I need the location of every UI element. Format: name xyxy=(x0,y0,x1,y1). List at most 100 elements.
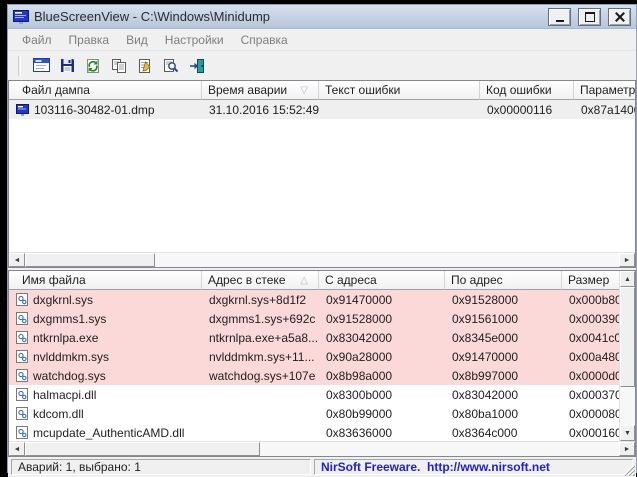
properties-icon xyxy=(137,58,153,74)
from-address-value: 0x90a28000 xyxy=(319,350,445,364)
menu-help[interactable]: Справка xyxy=(233,31,296,49)
window-title: BlueScreenView - C:\Windows\Minidump xyxy=(34,9,541,24)
dump-list-pane: Файл дампа Время аварии▽ Текст ошибки Ко… xyxy=(8,80,636,268)
column-header-stack-address[interactable]: Адрес в стеке△ xyxy=(202,271,319,290)
menu-edit[interactable]: Правка xyxy=(61,31,118,49)
bluescreenview-window: BlueScreenView - C:\Windows\Minidump Фай… xyxy=(7,4,637,473)
refresh-icon xyxy=(85,58,101,74)
driver-file-name: dxgkrnl.sys xyxy=(33,293,93,307)
desktop: { "window": { "title": "BlueScreenView -… xyxy=(0,0,637,473)
stack-address-value: ntkrnlpa.exe+a5a8... xyxy=(202,331,319,345)
size-value: 0x00037000 xyxy=(562,388,619,402)
driver-file-icon xyxy=(16,293,28,306)
driver-file-icon xyxy=(16,312,28,325)
driver-file-name: dxgmms1.sys xyxy=(33,312,106,326)
scroll-up-button[interactable]: ▲ xyxy=(620,271,635,287)
menu-view[interactable]: Вид xyxy=(118,31,156,49)
exit-icon xyxy=(189,58,205,74)
column-header-to-address[interactable]: По адрес xyxy=(445,271,562,290)
to-address-value: 0x8b997000 xyxy=(445,369,562,383)
driver-file-name: mcupdate_AuthenticAMD.dll xyxy=(33,426,184,440)
driver-row[interactable]: watchdog.syswatchdog.sys+107e0x8b98a0000… xyxy=(9,366,619,385)
from-address-value: 0x83042000 xyxy=(319,331,445,345)
title-bar[interactable]: BlueScreenView - C:\Windows\Minidump xyxy=(8,5,636,29)
column-header-crash-time[interactable]: Время аварии▽ xyxy=(202,81,319,100)
size-value: 0x000b8000 xyxy=(562,293,619,307)
column-header-dump-file[interactable]: Файл дампа xyxy=(9,81,202,100)
size-value: 0x00039000 xyxy=(562,312,619,326)
lower-vertical-scrollbar[interactable]: ▲ ▼ xyxy=(619,271,635,441)
size-value: 0x0041c000 xyxy=(562,331,619,345)
minimize-button[interactable] xyxy=(548,8,571,26)
sort-asc-icon: △ xyxy=(300,275,308,286)
lower-vscroll-thumb[interactable] xyxy=(620,287,635,387)
minimize-icon xyxy=(556,20,564,22)
driver-file-icon xyxy=(16,426,28,439)
column-header-parameter1[interactable]: Параметр xyxy=(574,81,635,100)
close-button[interactable] xyxy=(608,8,631,26)
resize-grip[interactable] xyxy=(622,463,635,476)
driver-file-icon xyxy=(16,369,28,382)
close-icon xyxy=(615,12,625,22)
upper-horizontal-scrollbar[interactable]: ◄ ► xyxy=(9,252,635,267)
menu-bar: Файл Правка Вид Настройки Справка xyxy=(8,29,636,50)
driver-list-header: Имя файла Адрес в стеке△ С адреса По адр… xyxy=(9,271,619,290)
column-header-from-address[interactable]: С адреса xyxy=(319,271,445,290)
stack-address-value: nvlddmkm.sys+11... xyxy=(202,350,319,364)
stack-address-value: watchdog.sys+107e xyxy=(202,369,319,383)
column-header-bug-check-string[interactable]: Текст ошибки xyxy=(319,81,480,100)
maximize-button[interactable] xyxy=(578,8,601,26)
to-address-value: 0x83042000 xyxy=(445,388,562,402)
scroll-right-button[interactable]: ► xyxy=(619,253,635,267)
driver-file-icon xyxy=(16,388,28,401)
driver-row[interactable]: dxgmms1.sys dxgmms1.sys+692c0x915280000x9… xyxy=(9,309,619,328)
sort-desc-icon: ▽ xyxy=(300,85,308,96)
column-header-size[interactable]: Размер xyxy=(562,271,619,290)
column-header-filename[interactable]: Имя файла xyxy=(9,271,202,290)
stack-address-value: dxgmms1.sys+692c xyxy=(202,312,319,326)
scroll-left-button[interactable]: ◄ xyxy=(9,442,25,456)
refresh-button[interactable] xyxy=(81,54,105,78)
to-address-value: 0x80ba1000 xyxy=(445,407,562,421)
status-bar: Аварий: 1, выбрано: 1 NirSoft Freeware. … xyxy=(8,457,636,477)
properties-window-button[interactable] xyxy=(29,54,53,78)
to-address-value: 0x91561000 xyxy=(445,312,562,326)
find-icon xyxy=(163,58,179,74)
properties-window-icon xyxy=(33,58,50,73)
find-button[interactable] xyxy=(159,54,183,78)
driver-row[interactable]: dxgkrnl.sysdxgkrnl.sys+8d1f20x914700000x… xyxy=(9,290,619,309)
driver-list-pane: Имя файла Адрес в стеке△ С адреса По адр… xyxy=(8,270,636,457)
exit-button[interactable] xyxy=(185,54,209,78)
dump-file-icon xyxy=(16,104,29,116)
driver-file-name: watchdog.sys xyxy=(33,369,106,383)
copy-button[interactable] xyxy=(107,54,131,78)
scroll-right-button[interactable]: ► xyxy=(619,442,635,456)
to-address-value: 0x91470000 xyxy=(445,350,562,364)
menu-file[interactable]: Файл xyxy=(14,31,60,49)
to-address-value: 0x8364c000 xyxy=(445,426,562,440)
from-address-value: 0x91528000 xyxy=(319,312,445,326)
driver-row[interactable]: ntkrnlpa.exentkrnlpa.exe+a5a8...0x830420… xyxy=(9,328,619,347)
from-address-value: 0x91470000 xyxy=(319,293,445,307)
from-address-value: 0x80b99000 xyxy=(319,407,445,421)
upper-hscroll-thumb[interactable] xyxy=(25,253,155,267)
driver-row[interactable]: halmacpi.dll0x8300b0000x830420000x000370… xyxy=(9,385,619,404)
dump-list-header: Файл дампа Время аварии▽ Текст ошибки Ко… xyxy=(9,81,635,100)
column-header-bug-check-code[interactable]: Код ошибки xyxy=(480,81,574,100)
lower-hscroll-thumb[interactable] xyxy=(25,442,260,456)
driver-row[interactable]: kdcom.dll0x80b990000x80ba10000x00008000 xyxy=(9,404,619,423)
driver-file-icon xyxy=(16,350,28,363)
menu-options[interactable]: Настройки xyxy=(157,31,232,49)
save-button[interactable] xyxy=(55,54,79,78)
driver-row[interactable]: nvlddmkm.sysnvlddmkm.sys+11...0x90a28000… xyxy=(9,347,619,366)
parameter1-value: 0x87a14008 xyxy=(574,103,635,117)
dump-row[interactable]: 103116-30482-01.dmp 31.10.2016 15:52:49 … xyxy=(9,100,635,119)
to-address-value: 0x8345e000 xyxy=(445,331,562,345)
driver-row[interactable]: mcupdate_AuthenticAMD.dll0x836360000x836… xyxy=(9,423,619,441)
lower-horizontal-scrollbar[interactable]: ◄ ► xyxy=(9,441,635,456)
scroll-down-button[interactable]: ▼ xyxy=(620,425,635,441)
size-value: 0x0000d000 xyxy=(562,369,619,383)
properties-button[interactable] xyxy=(133,54,157,78)
from-address-value: 0x8b98a000 xyxy=(319,369,445,383)
scroll-left-button[interactable]: ◄ xyxy=(9,253,25,267)
